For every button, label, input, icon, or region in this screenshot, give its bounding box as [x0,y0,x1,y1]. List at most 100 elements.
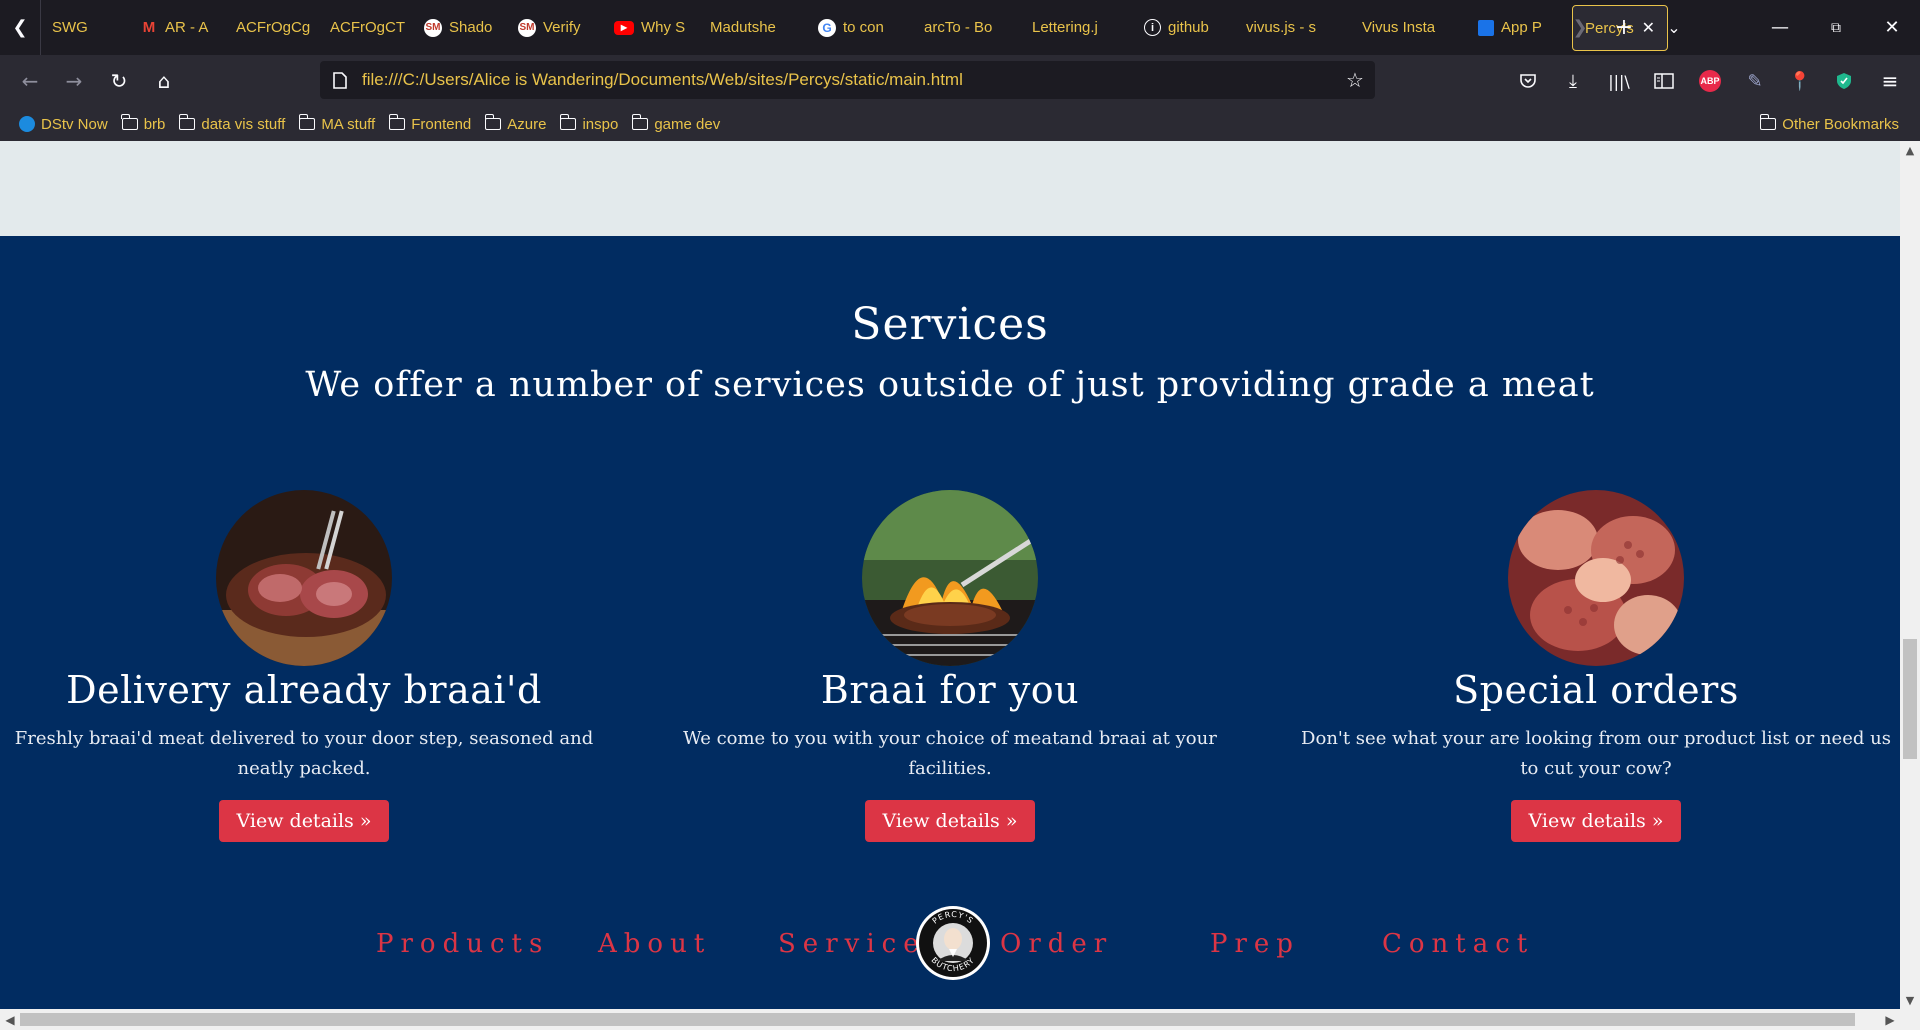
tab[interactable]: i github [1132,0,1234,55]
adblock-plus-icon[interactable]: ABP [1694,65,1726,97]
gmail-icon: M [142,19,156,36]
scroll-left-icon[interactable]: ◀ [0,1009,20,1030]
services-subtitle: We offer a number of services outside of… [305,365,1595,405]
downloads-icon[interactable]: ⤓ [1557,65,1589,97]
chevron-right-icon: ❯ [1572,17,1588,38]
tab[interactable]: ACFrOgCT [318,0,412,55]
minimize-button[interactable]: — [1752,0,1808,55]
bookmark-folder[interactable]: MA stuff [292,107,382,141]
bookmark-folder[interactable]: Azure [478,107,553,141]
bookmark-folder[interactable]: game dev [625,107,727,141]
nav-link-prep[interactable]: Prep [1210,929,1300,959]
home-icon: ⌂ [157,69,171,93]
tab-scroll-right-button[interactable]: ❯ [1560,0,1600,55]
bookmark-label: Azure [507,115,547,133]
service-description: Don't see what your are looking from our… [1301,728,1891,779]
tab[interactable]: M AR - A [128,0,224,55]
nav-link-contact[interactable]: Contact [1382,929,1534,959]
bookmark-label: Frontend [411,115,472,133]
bookmark-folder[interactable]: inspo [553,107,625,141]
scroll-right-icon[interactable]: ▶ [1880,1009,1900,1030]
tab[interactable]: G to con [806,0,912,55]
tab-scroll-left-button[interactable]: ❮ [0,0,41,55]
restore-button[interactable]: ⧉ [1808,0,1864,55]
scroll-up-icon[interactable]: ▲ [1900,141,1920,159]
bookmark-folder[interactable]: data vis stuff [172,107,292,141]
bookmark-folder[interactable]: Frontend [382,107,478,141]
service-heading: Braai for you [820,668,1080,712]
home-button[interactable]: ⌂ [146,63,182,99]
app-icon [1478,19,1494,36]
minimize-icon: — [1771,17,1789,38]
tab-list: SWG M AR - A ACFrOgCg ACFrOgCT SM Shado … [40,0,1668,55]
bookmark-label: inspo [582,115,619,133]
tab-label: arcTo - Bo [924,19,993,36]
new-tab-button[interactable]: + [1604,0,1644,55]
bookmark-folder[interactable]: brb [115,107,173,141]
tab-label: github [1168,19,1209,36]
forward-button[interactable]: → [56,63,92,99]
tab-label: vivus.js - s [1246,19,1317,36]
vertical-scroll-thumb[interactable] [1903,639,1917,759]
tab-label: App P [1501,19,1542,36]
folder-icon [388,114,406,130]
tab[interactable]: ACFrOgCg [224,0,318,55]
shield-icon[interactable] [1828,65,1860,97]
service-heading: Delivery already braai'd [66,668,542,712]
tab[interactable]: Lettering.j [1020,0,1132,55]
tab[interactable]: SM Verify [506,0,602,55]
tab[interactable]: SWG [40,0,128,55]
pocket-icon[interactable] [1512,65,1544,97]
view-details-button[interactable]: View details » [1510,800,1682,842]
tab[interactable]: Vivus Insta [1350,0,1466,55]
bookmark-star-icon[interactable]: ☆ [1335,68,1375,92]
view-details-button[interactable]: View details » [864,800,1036,842]
url-input[interactable] [360,69,1335,91]
braai-fire-image [862,490,1038,666]
pin-icon[interactable]: 📍 [1784,65,1816,97]
nav-link-products[interactable]: Products [376,929,549,959]
tab[interactable]: arcTo - Bo [912,0,1020,55]
close-icon: ✕ [1884,17,1900,38]
grilled-meat-image [216,490,392,666]
library-icon[interactable]: |||\ [1603,65,1635,97]
nav-link-about[interactable]: About [598,929,711,959]
navigation-toolbar: ← → ↻ ⌂ ☆ ⤓ |||\ ABP ✎ 📍 ≡ [0,55,1920,107]
scroll-down-icon[interactable]: ▼ [1900,991,1920,1009]
chevron-left-icon: ❮ [12,17,28,38]
bookmark-label: game dev [654,115,721,133]
tab-label: Lettering.j [1032,19,1098,36]
percys-butchery-logo[interactable]: PERCY'S BUTCHERY [915,905,991,981]
tab-label: Vivus Insta [1362,19,1436,36]
horizontal-scrollbar[interactable]: ◀ ▶ [0,1009,1900,1030]
scrollbar-corner [1900,1009,1920,1030]
services-title: Services [851,299,1049,350]
menu-icon[interactable]: ≡ [1874,65,1906,97]
tab-label: AR - A [165,19,209,36]
url-bar[interactable]: ☆ [320,61,1375,99]
tab[interactable]: vivus.js - s [1234,0,1350,55]
service-card-special-orders: Special orders Don't see what your are l… [1281,490,1900,842]
youtube-icon: ▶ [614,20,634,35]
folder-icon [1759,114,1777,130]
vertical-scrollbar[interactable]: ▲ ▼ [1900,141,1920,1009]
tab[interactable]: ▶ Why S [602,0,698,55]
tab[interactable]: App P [1466,0,1572,55]
folder-icon [298,114,316,130]
tab-label: SWG [52,19,88,36]
restore-icon: ⧉ [1831,19,1841,36]
tab[interactable]: SM Shado [412,0,506,55]
close-window-button[interactable]: ✕ [1864,0,1920,55]
tab[interactable]: Madutshe [698,0,806,55]
service-heading: Special orders [1453,668,1739,712]
bookmark-dstv-now[interactable]: DStv Now [12,107,115,141]
back-button[interactable]: ← [12,63,48,99]
color-picker-icon[interactable]: ✎ [1739,65,1771,97]
sidebar-icon[interactable] [1648,65,1680,97]
nav-link-order[interactable]: Order [1000,929,1113,959]
horizontal-scroll-thumb[interactable] [20,1013,1855,1026]
view-details-button[interactable]: View details » [218,800,390,842]
reload-button[interactable]: ↻ [101,63,137,99]
other-bookmarks-folder[interactable]: Other Bookmarks [1753,107,1906,141]
list-all-tabs-button[interactable]: ⌄ [1654,0,1694,55]
